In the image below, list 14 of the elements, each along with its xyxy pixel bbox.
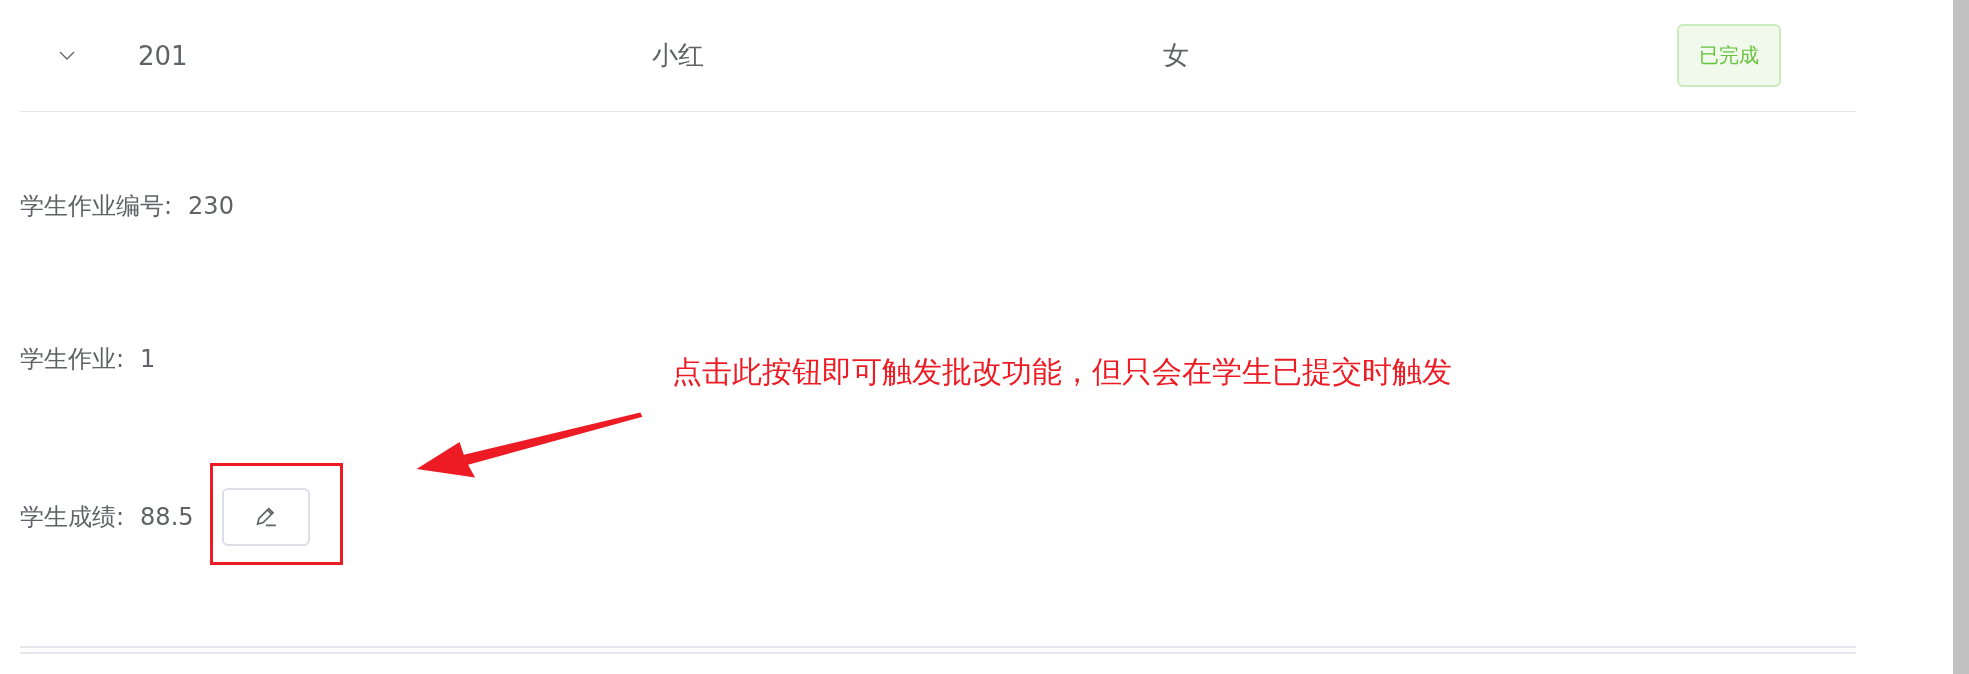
chevron-icon[interactable] (59, 50, 75, 61)
detail-value: 230 (188, 192, 234, 220)
annotation-text: 点击此按钮即可触发批改功能，但只会在学生已提交时触发 (672, 353, 1452, 391)
detail-label: 学生成绩: (20, 502, 125, 533)
scrollbar[interactable] (1953, 0, 1969, 674)
table-cell-text: 201 (138, 40, 189, 71)
detail-value: 1 (140, 345, 156, 373)
table-cell-text: 小红 (652, 39, 705, 72)
edit-button[interactable] (221, 488, 310, 546)
detail-label: 学生作业编号: (20, 191, 173, 222)
detail-label: 学生作业: (20, 344, 125, 375)
table-cell-text: 女 (1163, 39, 1190, 72)
detail-value: 88.5 (140, 503, 194, 531)
status-tag: 已完成 (1677, 24, 1781, 87)
